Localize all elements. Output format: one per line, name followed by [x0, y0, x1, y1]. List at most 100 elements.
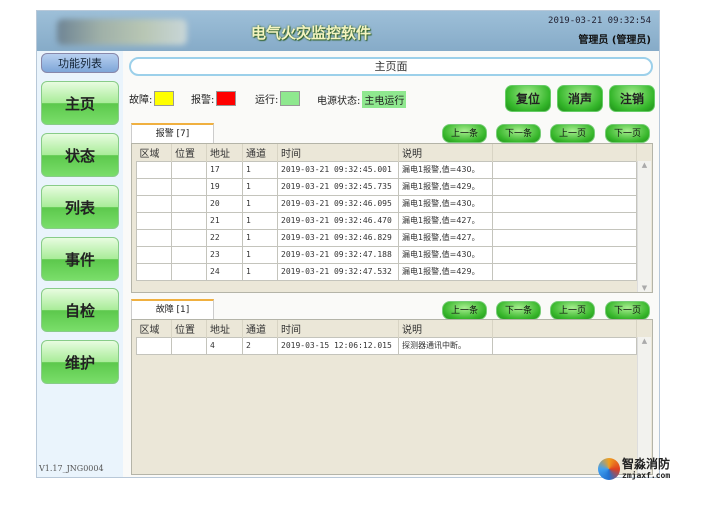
fault-next-item-button[interactable]: 下一条 [496, 301, 541, 320]
table-cell [171, 211, 207, 230]
table-cell: 1 [242, 160, 278, 179]
page-title: 主页面 [129, 57, 653, 76]
column-header[interactable]: 说明 [398, 320, 493, 337]
table-row[interactable]: 17 1 2019-03-21 09:32:45.001 漏电1报警,值=430。 [136, 160, 637, 179]
scroll-up-icon[interactable]: ▲ [638, 161, 651, 169]
table-row[interactable]: 23 1 2019-03-21 09:32:47.188 漏电1报警,值=430。 [136, 245, 637, 264]
column-header[interactable]: 区域 [136, 320, 172, 337]
table-cell: 漏电1报警,值=430。 [398, 245, 493, 264]
nav-list[interactable]: 列表 [41, 185, 119, 229]
power-status: 主电运行 [362, 91, 407, 108]
scroll-down-icon[interactable]: ▼ [638, 284, 651, 292]
table-row[interactable]: 24 1 2019-03-21 09:32:47.532 漏电1报警,值=429。 [136, 262, 637, 281]
table-cell-empty [492, 211, 637, 230]
table-row[interactable]: 20 1 2019-03-21 09:32:46.095 漏电1报警,值=430。 [136, 194, 637, 213]
table-cell: 2019-03-21 09:32:46.829 [277, 228, 399, 247]
table-cell [171, 177, 207, 196]
watermark-logo-icon [598, 458, 620, 480]
tab-fault[interactable]: 故障 [1] [131, 299, 214, 320]
fault-prev-item-button[interactable]: 上一条 [442, 301, 487, 320]
reset-button[interactable]: 复位 [505, 85, 551, 112]
table-cell [136, 336, 172, 355]
fault-swatch [154, 91, 175, 106]
table-cell-empty [492, 228, 637, 247]
column-header[interactable]: 说明 [398, 144, 493, 161]
table-header: 区域 位置 地址 通道 时间 说明 [136, 320, 637, 337]
nav-events[interactable]: 事件 [41, 237, 119, 281]
table-cell: 2019-03-15 12:06:12.015 [277, 336, 399, 355]
app-window: 电气火灾监控软件 2019-03-21 09:32:54 管理员 (管理员) 功… [36, 10, 660, 478]
table-cell: 1 [242, 245, 278, 264]
table-row[interactable]: 19 1 2019-03-21 09:32:45.735 漏电1报警,值=429。 [136, 177, 637, 196]
table-cell: 2019-03-21 09:32:47.188 [277, 245, 399, 264]
fault-scrollbar[interactable]: ▲ [637, 337, 651, 474]
column-header[interactable]: 时间 [277, 144, 399, 161]
table-cell-empty [492, 262, 637, 281]
function-list-title: 功能列表 [41, 53, 119, 73]
table-cell: 漏电1报警,值=429。 [398, 262, 493, 281]
table-cell: 22 [206, 228, 243, 247]
table-cell: 漏电1报警,值=427。 [398, 211, 493, 230]
table-cell: 20 [206, 194, 243, 213]
fault-next-page-button[interactable]: 下一页 [605, 301, 650, 320]
nav-status[interactable]: 状态 [41, 133, 119, 177]
table-cell: 2019-03-21 09:32:47.532 [277, 262, 399, 281]
header: 电气火灾监控软件 2019-03-21 09:32:54 管理员 (管理员) [37, 11, 659, 51]
column-header[interactable]: 通道 [242, 320, 278, 337]
main-panel: 主页面 故障: 报警: 运行: 电源状态: 主电运行 复位 消声 注销 报警 [7… [123, 51, 659, 477]
table-row[interactable]: 22 1 2019-03-21 09:32:46.829 漏电1报警,值=427。 [136, 228, 637, 247]
table-cell [136, 211, 172, 230]
table-row[interactable]: 21 1 2019-03-21 09:32:46.470 漏电1报警,值=427。 [136, 211, 637, 230]
column-header[interactable]: 位置 [171, 144, 207, 161]
table-cell: 17 [206, 160, 243, 179]
scroll-up-icon[interactable]: ▲ [638, 337, 651, 345]
column-header[interactable]: 时间 [277, 320, 399, 337]
table-cell: 漏电1报警,值=429。 [398, 177, 493, 196]
table-cell: 探测器通讯中断。 [398, 336, 493, 355]
nav-maintenance[interactable]: 维护 [41, 340, 119, 384]
table-row[interactable]: 4 2 2019-03-15 12:06:12.015 探测器通讯中断。 [136, 336, 637, 355]
column-header[interactable]: 位置 [171, 320, 207, 337]
alarm-scrollbar[interactable]: ▲ ▼ [637, 161, 651, 292]
table-cell [136, 245, 172, 264]
power-label: 电源状态: [317, 96, 361, 107]
alarm-prev-page-button[interactable]: 上一页 [550, 124, 595, 143]
table-cell [171, 336, 207, 355]
table-cell: 漏电1报警,值=427。 [398, 228, 493, 247]
table-cell: 2019-03-21 09:32:45.001 [277, 160, 399, 179]
column-header[interactable]: 地址 [206, 320, 243, 337]
table-cell: 4 [206, 336, 243, 355]
app-title: 电气火灾监控软件 [251, 24, 372, 42]
fault-prev-page-button[interactable]: 上一页 [550, 301, 595, 320]
column-header-empty [492, 320, 637, 337]
sidebar: 功能列表 主页 状态 列表 事件 自检 维护 V1.17_JNG0004 [37, 51, 123, 477]
table-cell: 19 [206, 177, 243, 196]
table-cell-empty [492, 245, 637, 264]
table-cell: 23 [206, 245, 243, 264]
column-header[interactable]: 区域 [136, 144, 172, 161]
alarm-prev-item-button[interactable]: 上一条 [442, 124, 487, 143]
nav-home[interactable]: 主页 [41, 81, 119, 125]
table-cell-empty [492, 160, 637, 179]
table-cell [136, 194, 172, 213]
column-header[interactable]: 通道 [242, 144, 278, 161]
nav-selftest[interactable]: 自检 [41, 288, 119, 332]
table-header: 区域 位置 地址 通道 时间 说明 [136, 144, 637, 161]
fault-table: 区域 位置 地址 通道 时间 说明 4 2 2019-03-15 12:06:12.015 探测器… [131, 319, 653, 475]
run-swatch [280, 91, 301, 106]
table-cell [171, 194, 207, 213]
logout-button[interactable]: 注销 [609, 85, 655, 112]
tab-alarm[interactable]: 报警 [7] [131, 123, 214, 144]
legend-power: 电源状态: 主电运行 [317, 91, 407, 108]
table-cell [171, 160, 207, 179]
watermark: 智淼消防 zmjaxf.com [598, 455, 688, 485]
table-cell-empty [492, 177, 637, 196]
alarm-next-page-button[interactable]: 下一页 [605, 124, 650, 143]
table-cell-empty [492, 194, 637, 213]
alarm-next-item-button[interactable]: 下一条 [496, 124, 541, 143]
table-cell [136, 177, 172, 196]
column-header[interactable]: 地址 [206, 144, 243, 161]
table-cell-empty [492, 336, 637, 355]
table-cell: 1 [242, 262, 278, 281]
silence-button[interactable]: 消声 [557, 85, 603, 112]
